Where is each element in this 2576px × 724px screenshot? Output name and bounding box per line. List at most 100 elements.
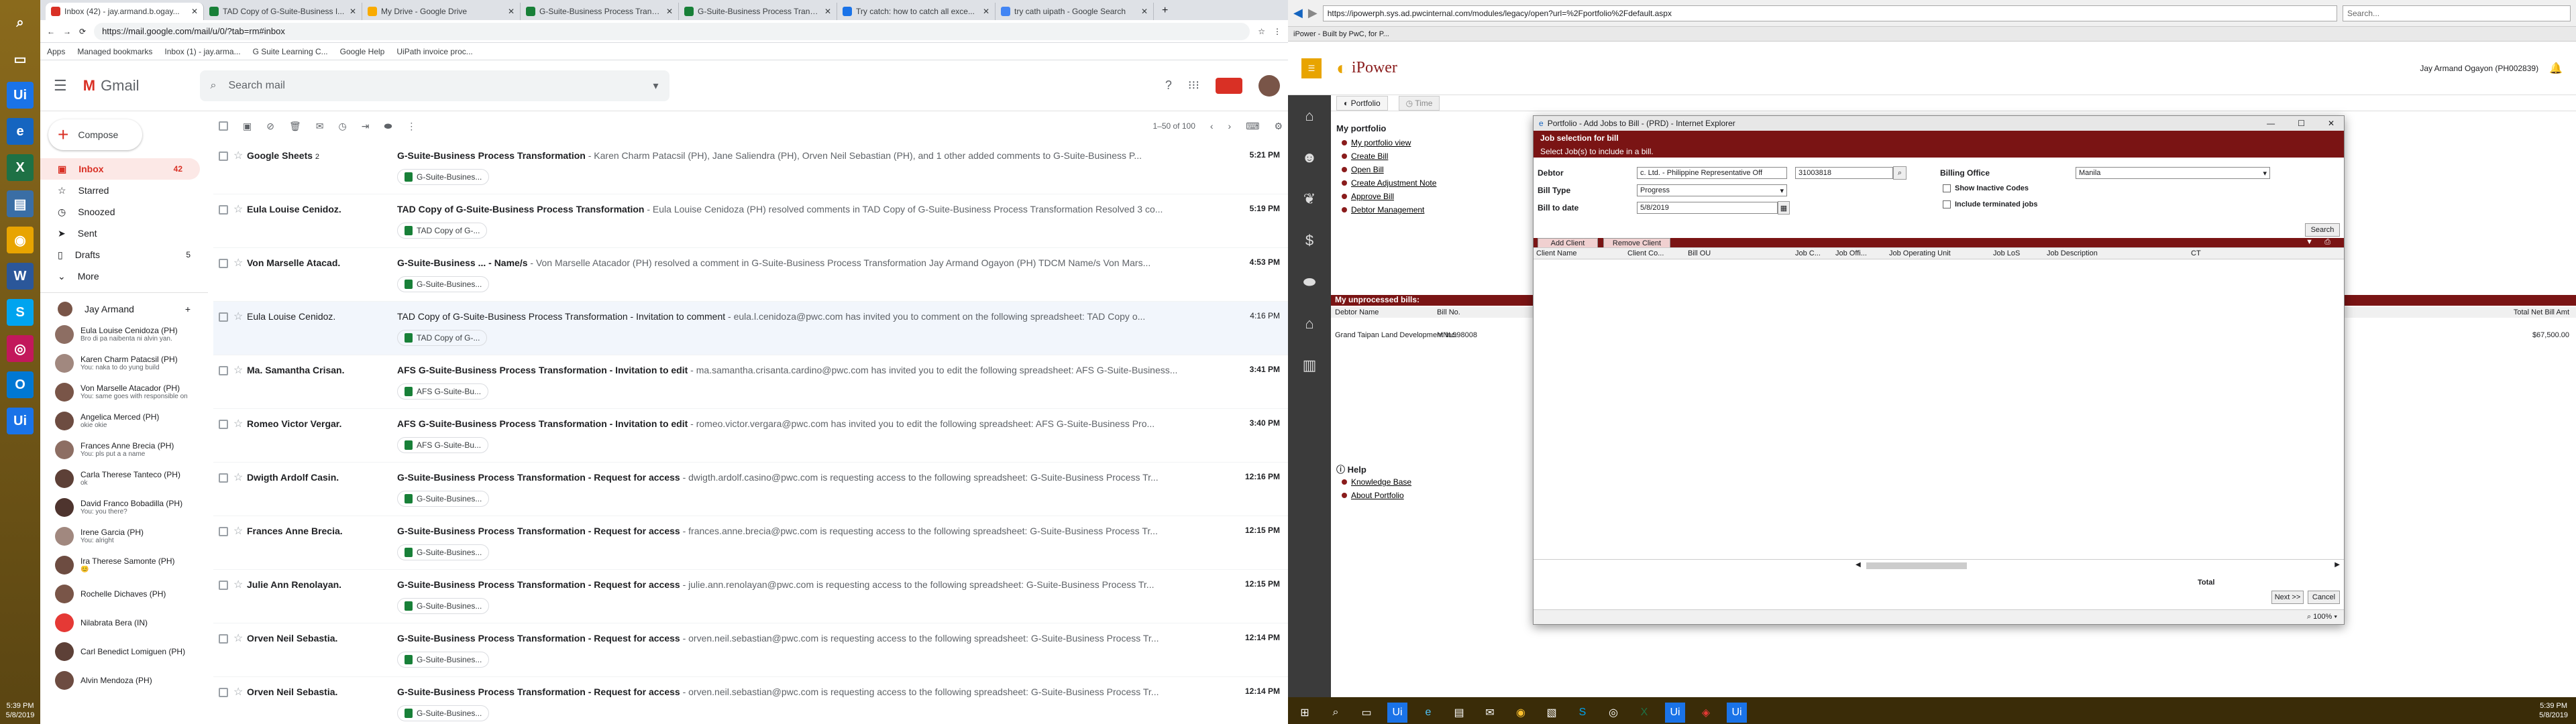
user-name[interactable]: Jay Armand Ogayon (PH002839) xyxy=(2420,64,2538,73)
export-icon[interactable]: ⎙ xyxy=(2324,238,2330,247)
attachment-chip[interactable]: G-Suite-Busines... xyxy=(397,652,490,668)
bookmark-item[interactable]: Managed bookmarks xyxy=(77,47,152,56)
grid-column-header[interactable]: CT xyxy=(2191,249,2201,257)
nav-item-starred[interactable]: ☆ Starred xyxy=(40,180,208,201)
star-icon[interactable]: ☆ xyxy=(233,202,243,216)
maximize-icon[interactable]: ☐ xyxy=(2288,119,2314,128)
browser-tab[interactable]: TAD Copy of G-Suite-Business I... ✕ xyxy=(204,3,362,20)
uipath-icon[interactable]: Ui xyxy=(1387,702,1407,723)
mail-icon[interactable]: ✉ xyxy=(1480,703,1500,723)
cancel-button[interactable]: Cancel xyxy=(2308,591,2340,604)
attachment-chip[interactable]: AFS G-Suite-Bu... xyxy=(397,437,489,453)
forward-icon[interactable]: → xyxy=(63,27,71,36)
grid-column-header[interactable]: Job Offi... xyxy=(1835,249,1867,257)
attachment-chip[interactable]: G-Suite-Busines... xyxy=(397,544,490,560)
row-checkbox[interactable] xyxy=(219,688,228,697)
outlook-icon[interactable]: O xyxy=(7,371,34,398)
uipath-robot-icon[interactable]: Ui xyxy=(1665,702,1685,723)
attachment-chip[interactable]: G-Suite-Busines... xyxy=(397,598,490,614)
row-checkbox[interactable] xyxy=(219,312,228,322)
row-checkbox[interactable] xyxy=(219,634,228,644)
row-checkbox[interactable] xyxy=(219,366,228,375)
apps-grid-icon[interactable]: ⁝⁝⁝ xyxy=(1188,78,1199,93)
tag-icon[interactable]: ⬬ xyxy=(1288,261,1331,303)
chat-contact[interactable]: Ira Therese Samonte (PH) 😊 xyxy=(40,550,208,579)
compose-button[interactable]: + Compose xyxy=(48,119,142,150)
ie-icon[interactable]: e xyxy=(7,118,34,145)
task-view-icon[interactable]: ▭ xyxy=(1356,703,1377,723)
scroll-right-icon[interactable]: ▶ xyxy=(2334,561,2340,568)
app-icon[interactable]: ◎ xyxy=(7,335,34,362)
star-icon[interactable]: ☆ xyxy=(233,149,243,162)
file-explorer-icon[interactable]: ▤ xyxy=(7,190,34,217)
email-row[interactable]: ☆ Ma. Samantha Crisan. AFS G-Suite-Busines… xyxy=(213,355,1300,409)
attachment-chip[interactable]: AFS G-Suite-Bu... xyxy=(397,383,489,400)
bank-icon[interactable]: ⌂ xyxy=(1288,303,1331,345)
settings-gear-icon[interactable]: ⚙ xyxy=(1274,121,1283,132)
jobs-grid-body[interactable] xyxy=(1534,259,2344,560)
email-row[interactable]: ☆ Dwigth Ardolf Casin. G-Suite-Business Pr… xyxy=(213,463,1300,516)
browser-tab[interactable]: Inbox (42) - jay.armand.b.ogay... ✕ xyxy=(46,3,204,20)
grid-column-header[interactable]: Job C... xyxy=(1795,249,1821,257)
browser-tab[interactable]: try cath uipath - Google Search ✕ xyxy=(996,3,1154,20)
chart-icon[interactable]: ▥ xyxy=(1288,345,1331,386)
star-icon[interactable]: ☆ xyxy=(233,685,243,699)
search-icon[interactable]: ⌕ xyxy=(1326,703,1346,723)
help-icon[interactable]: ? xyxy=(1165,78,1172,93)
minimize-icon[interactable]: — xyxy=(2257,119,2284,128)
col-total[interactable]: Total Net Bill Amt xyxy=(2514,308,2569,316)
calendar-icon[interactable]: ▦ xyxy=(1778,201,1790,215)
browser-tab[interactable]: G-Suite-Business Process Transf... ✕ xyxy=(679,3,837,20)
chrome-icon[interactable]: ◉ xyxy=(1511,703,1531,723)
grid-column-header[interactable]: Bill OU xyxy=(1688,249,1711,257)
notes-icon[interactable]: ▧ xyxy=(1542,703,1562,723)
forward-icon[interactable]: ▶ xyxy=(1308,6,1318,20)
help-link[interactable]: About Portfolio xyxy=(1342,491,1411,500)
filter-icon[interactable]: ▼ xyxy=(2306,238,2313,246)
star-icon[interactable]: ☆ xyxy=(233,471,243,484)
star-icon[interactable]: ☆ xyxy=(233,524,243,538)
select-all-checkbox[interactable] xyxy=(219,121,228,131)
main-menu-icon[interactable]: ☰ xyxy=(54,77,67,95)
chat-contact[interactable]: Karen Charm Patacsil (PH) You: naka to do… xyxy=(40,349,208,377)
search-box[interactable]: ⌕ Search mail ▾ xyxy=(199,70,669,101)
tab-close-icon[interactable]: ✕ xyxy=(1141,7,1148,16)
chat-contact[interactable]: Alvin Mendoza (PH) xyxy=(40,666,208,695)
star-icon[interactable]: ☆ xyxy=(233,256,243,269)
people-icon[interactable]: ☻ xyxy=(1288,137,1331,178)
tab-time[interactable]: ◷ Time xyxy=(1398,95,1440,111)
grid-column-header[interactable]: Client Co... xyxy=(1627,249,1664,257)
grid-column-header[interactable]: Client Name xyxy=(1536,249,1577,257)
menu-icon[interactable]: ⋮ xyxy=(1273,27,1281,36)
nav-item-drafts[interactable]: ▯ Drafts 5 xyxy=(40,244,208,265)
col-bill-no[interactable]: Bill No. xyxy=(1437,308,1460,316)
add-client-button[interactable]: Add Client xyxy=(1538,238,1598,248)
tab-close-icon[interactable]: ✕ xyxy=(350,7,356,16)
email-row[interactable]: ☆ Eula Louise Cenidoz. TAD Copy of G-Suite… xyxy=(213,194,1300,248)
star-icon[interactable]: ☆ xyxy=(233,578,243,591)
attachment-chip[interactable]: G-Suite-Busines... xyxy=(397,169,490,185)
new-tab-icon[interactable]: + xyxy=(1154,5,1176,20)
search-icon[interactable]: ⌕ xyxy=(7,9,34,36)
email-row[interactable]: ☆ Orven Neil Sebastia. G-Suite-Business Pr… xyxy=(213,677,1300,724)
browser-tab[interactable]: My Drive - Google Drive ✕ xyxy=(362,3,521,20)
hamburger-icon[interactable]: ☰ xyxy=(1301,58,1322,78)
hangouts-user[interactable]: Jay Armand + xyxy=(40,298,208,320)
home-icon[interactable]: ⌂ xyxy=(1288,95,1331,137)
email-row[interactable]: ☆ Frances Anne Brecia. G-Suite-Business Pr… xyxy=(213,516,1300,570)
delete-icon[interactable]: 🗑 xyxy=(289,121,301,132)
billing-office-select[interactable]: Manila ▾ xyxy=(2076,167,2270,179)
star-icon[interactable]: ☆ xyxy=(233,631,243,645)
paw-icon[interactable]: ❦ xyxy=(1288,178,1331,220)
debtor-search-icon[interactable]: ⌕ xyxy=(1893,166,1907,180)
notifications-icon[interactable]: 🔔 xyxy=(2549,62,2563,75)
search-options-icon[interactable]: ▾ xyxy=(653,79,658,93)
zoom-control[interactable]: ⌕ 100% ▾ xyxy=(2307,613,2337,621)
uipath-robot-icon[interactable]: Ui xyxy=(7,408,34,434)
more-icon[interactable]: ⋮ xyxy=(407,121,416,132)
portfolio-link[interactable]: My portfolio view xyxy=(1342,138,1436,147)
tab-close-icon[interactable]: ✕ xyxy=(191,7,198,16)
archive-icon[interactable]: ▣ xyxy=(243,121,252,132)
bookmark-item[interactable]: G Suite Learning C... xyxy=(253,47,328,56)
taskbar-clock-2[interactable]: 5:39 PM 5/8/2019 xyxy=(2539,701,2568,720)
